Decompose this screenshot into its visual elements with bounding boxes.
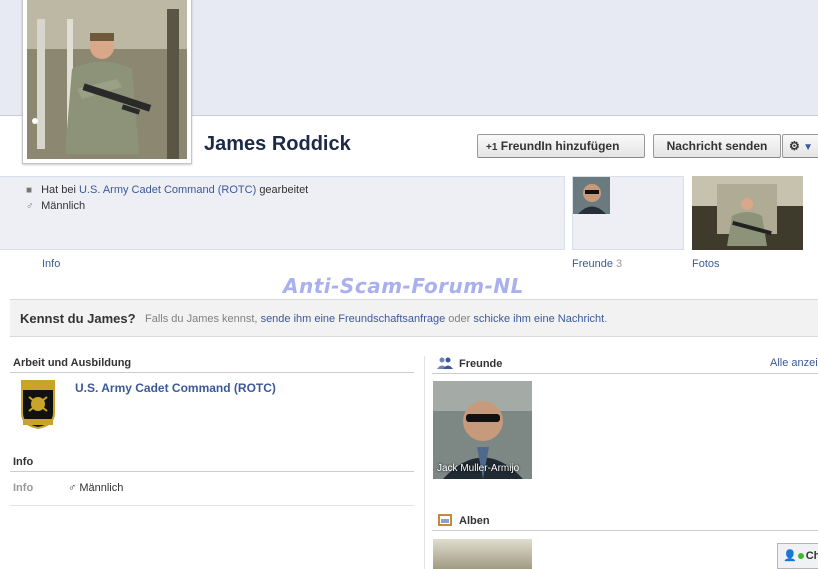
albums-section-header: Alben bbox=[432, 509, 818, 531]
friend-card[interactable]: Jack Muller-Armijo bbox=[433, 381, 532, 479]
soldier-photo-graphic bbox=[27, 0, 187, 159]
column-divider bbox=[424, 356, 425, 569]
albums-heading: Alben bbox=[459, 515, 490, 527]
send-message-link[interactable]: schicke ihm eine Nachricht bbox=[473, 313, 604, 325]
friend-name: Jack Muller-Armijo bbox=[437, 463, 520, 474]
tab-friends-label: Freunde bbox=[572, 258, 613, 270]
right-column: Freunde Alle anzeig Jack Muller-Armijo A… bbox=[432, 352, 818, 569]
people-icon bbox=[437, 357, 453, 369]
tab-friends[interactable]: Freunde 3 bbox=[572, 258, 622, 270]
work-prefix: Hat bei bbox=[41, 184, 76, 196]
watermark-text: Anti-Scam-Forum-NL bbox=[283, 274, 524, 298]
profile-picture[interactable] bbox=[22, 0, 192, 164]
chat-label: Ch bbox=[805, 550, 818, 562]
know-person-bar: Kennst du James? Falls du James kennst, … bbox=[10, 299, 818, 337]
male-icon: ♂ bbox=[26, 201, 34, 212]
online-status-dot bbox=[797, 553, 804, 559]
know-text-1: Falls du James kennst, bbox=[145, 313, 258, 325]
see-all-friends-link[interactable]: Alle anzeig bbox=[770, 357, 818, 369]
info-value-text: Männlich bbox=[79, 482, 124, 494]
photos-tab-thumbnail[interactable] bbox=[692, 176, 803, 250]
info-heading: Info bbox=[10, 451, 414, 472]
work-suffix: gearbeitet bbox=[259, 184, 309, 196]
chat-tab[interactable]: 👤 Ch bbox=[777, 543, 818, 569]
profile-name: James Roddick bbox=[204, 133, 351, 155]
tab-photos[interactable]: Fotos bbox=[692, 258, 720, 270]
about-summary-box: ■ Hat bei U.S. Army Cadet Command (ROTC)… bbox=[0, 176, 565, 250]
info-value: ♂ Männlich bbox=[68, 482, 123, 494]
friends-tab-thumbnail[interactable] bbox=[572, 176, 684, 250]
work-link[interactable]: U.S. Army Cadet Command (ROTC) bbox=[79, 184, 256, 196]
know-title: Kennst du James? bbox=[20, 311, 136, 326]
know-text: Falls du James kennst, sende ihm eine Fr… bbox=[145, 313, 607, 325]
work-entry: U.S. Army Cadet Command (ROTC) bbox=[10, 373, 414, 451]
info-key: Info bbox=[13, 482, 34, 494]
photo-tab-image bbox=[692, 176, 803, 250]
album-thumbnail[interactable] bbox=[433, 539, 532, 569]
albums-header-row: Alben bbox=[432, 509, 818, 531]
gender-value: Männlich bbox=[41, 200, 86, 212]
profile-photo bbox=[27, 0, 187, 159]
friends-count: 3 bbox=[616, 258, 623, 270]
rotc-logo-icon[interactable] bbox=[20, 379, 56, 429]
add-friend-button[interactable]: +1 FreundIn hinzufügen bbox=[477, 134, 645, 158]
album-icon bbox=[438, 514, 452, 526]
settings-dropdown-button[interactable]: ⚙ ▼ bbox=[782, 134, 818, 158]
send-friend-request-link[interactable]: sende ihm eine Freundschaftsanfrage bbox=[261, 313, 446, 325]
friends-section-header: Freunde Alle anzeig bbox=[432, 352, 818, 374]
send-message-label: Nachricht senden bbox=[666, 139, 768, 153]
briefcase-icon: ■ bbox=[26, 185, 33, 196]
male-icon: ♂ bbox=[68, 482, 77, 494]
info-gender-row: Info ♂ Männlich bbox=[10, 472, 414, 506]
left-column: Arbeit und Ausbildung U.S. Army Cadet Co… bbox=[10, 352, 414, 506]
chevron-down-icon: ▼ bbox=[803, 142, 814, 153]
know-text-2: oder bbox=[448, 313, 471, 325]
add-friend-label: FreundIn hinzufügen bbox=[500, 139, 620, 153]
friends-heading: Freunde bbox=[459, 358, 503, 370]
know-text-3: . bbox=[604, 313, 608, 325]
tab-info[interactable]: Info bbox=[42, 258, 60, 270]
gear-icon: ⚙ bbox=[789, 139, 800, 153]
person-icon: 👤 bbox=[783, 550, 797, 562]
employer-link[interactable]: U.S. Army Cadet Command (ROTC) bbox=[75, 381, 276, 395]
friend-mini-photo bbox=[573, 177, 610, 214]
send-message-button[interactable]: Nachricht senden bbox=[653, 134, 781, 158]
gender-summary-line: ♂ Männlich bbox=[26, 200, 85, 212]
work-summary-line: ■ Hat bei U.S. Army Cadet Command (ROTC)… bbox=[26, 184, 308, 196]
plus-one-icon: +1 bbox=[486, 142, 498, 153]
work-education-heading: Arbeit und Ausbildung bbox=[10, 352, 414, 373]
